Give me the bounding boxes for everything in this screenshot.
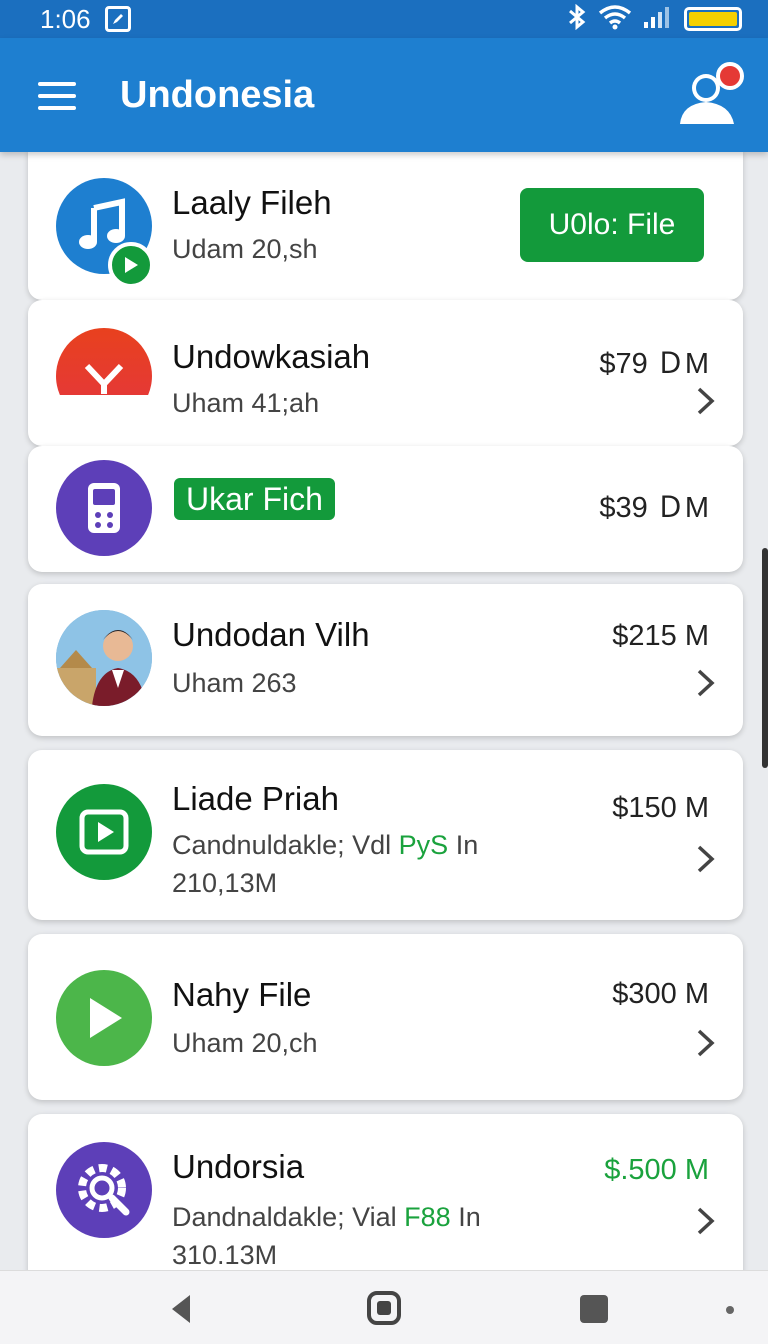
- play-icon: [56, 784, 152, 880]
- item-price: $300 M: [612, 978, 709, 1010]
- chevron-right-icon: [697, 1029, 715, 1057]
- list-item[interactable]: Undodan Vilh Uham 263 $215 M: [28, 584, 743, 736]
- home-icon[interactable]: [367, 1291, 401, 1325]
- item-subtitle: Candnuldakle; Vdl PyS In: [172, 830, 479, 860]
- chevron-right-icon: [697, 669, 715, 697]
- item-price: $79 ＤM: [599, 348, 709, 380]
- list-item[interactable]: Laaly Fileh Udam 20,sh U0lo: File: [28, 150, 743, 300]
- signal-icon: [642, 4, 674, 35]
- app-bar: Undonesia: [0, 38, 768, 152]
- wifi-icon: [598, 4, 632, 35]
- music-note-icon: [56, 178, 154, 288]
- item-title: Liade Рriah: [172, 780, 339, 817]
- item-title: Undodan Vilh: [172, 616, 370, 653]
- play-badge-icon: [108, 242, 154, 288]
- item-subtitle: Uham 20,ch: [172, 1028, 318, 1058]
- item-subtitle: Dandnaldakle; Vial F88 In: [172, 1202, 481, 1232]
- list-item[interactable]: Nahy File Uham 20,ch $300 M: [28, 934, 743, 1100]
- item-subtitle: Uham 41;ah: [172, 388, 320, 418]
- user-notification-button[interactable]: [676, 62, 746, 132]
- chevron-right-icon: [697, 845, 715, 873]
- list-item[interactable]: Ukar Fich $39 ＤM: [28, 446, 743, 572]
- item-price: $39 ＤM: [599, 492, 709, 524]
- item-subtitle-line2: 310.13M: [172, 1240, 278, 1270]
- profile-photo: [56, 610, 152, 706]
- item-subtitle-line2: 210,13M: [172, 868, 278, 898]
- item-title: Laaly Fileh: [172, 184, 332, 221]
- red-chevron-icon: [56, 328, 152, 424]
- recents-icon[interactable]: [580, 1295, 608, 1323]
- status-badge: Ukar Fich: [174, 478, 335, 520]
- chevron-right-icon: [697, 387, 715, 415]
- settings-search-icon: [56, 1142, 152, 1238]
- upload-file-button[interactable]: U0lo: File: [520, 188, 704, 262]
- item-title: Undorsia: [172, 1148, 305, 1185]
- notification-badge: [716, 62, 744, 90]
- play-icon: [56, 970, 152, 1066]
- system-nav-bar: [0, 1270, 768, 1344]
- hamburger-menu-icon[interactable]: [38, 82, 76, 110]
- nav-dot-icon: [726, 1306, 734, 1314]
- edge-panel-handle[interactable]: [762, 548, 768, 768]
- item-price: $150 M: [612, 792, 709, 824]
- item-price: $215 M: [612, 620, 709, 652]
- item-title: Undowkasiah: [172, 338, 371, 375]
- battery-level: [689, 12, 737, 26]
- item-subtitle: Udam 20,sh: [172, 234, 318, 264]
- edit-notification-icon: [104, 6, 131, 32]
- page-title: Undonesia: [120, 74, 315, 116]
- chevron-right-icon: [697, 1207, 715, 1235]
- list-item[interactable]: Undowkasiah Uham 41;ah $79 ＤM: [28, 300, 743, 446]
- status-time: 1:06: [40, 3, 91, 34]
- item-subtitle: Uham 263: [172, 668, 297, 698]
- battery-icon: [684, 7, 742, 31]
- list-item[interactable]: Undorsia Dandnaldakle; Vial F88 In 310.1…: [28, 1114, 743, 1274]
- status-bar: 1:06: [0, 0, 768, 38]
- item-title: Nahy File: [172, 976, 312, 1013]
- list-item[interactable]: Liade Рriah Candnuldakle; Vdl PyS In 210…: [28, 750, 743, 920]
- device-icon: [56, 460, 152, 556]
- back-triangle-icon[interactable]: [168, 1293, 194, 1325]
- bluetooth-icon: [566, 3, 588, 35]
- item-price: $.500 M: [604, 1154, 709, 1186]
